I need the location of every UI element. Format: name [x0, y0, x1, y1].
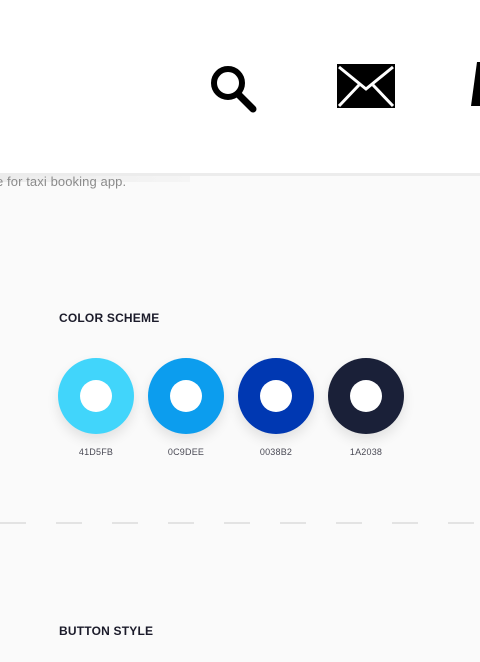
- color-swatch-1: [58, 358, 134, 434]
- swatch-label-4: 1A2038: [349, 447, 383, 457]
- swatch-label-3: 0038B2: [259, 447, 293, 457]
- color-swatch-4: [328, 358, 404, 434]
- mail-icon[interactable]: [336, 62, 396, 110]
- color-swatch-2: [148, 358, 224, 434]
- section-divider: [0, 522, 480, 524]
- partial-icon[interactable]: [468, 62, 480, 108]
- swatch-label-2: 0C9DEE: [167, 447, 205, 457]
- top-bar: [0, 0, 480, 176]
- intro-subtitle: e for taxi booking app.: [0, 174, 127, 189]
- swatch-label-1: 41D5FB: [78, 447, 114, 457]
- style-guide-page: e for taxi booking app. COLOR SCHEME 41D…: [0, 0, 480, 662]
- color-scheme-heading: COLOR SCHEME: [59, 311, 160, 325]
- button-style-heading: BUTTON STYLE: [59, 624, 154, 638]
- color-swatch-3: [238, 358, 314, 434]
- search-icon[interactable]: [204, 60, 260, 116]
